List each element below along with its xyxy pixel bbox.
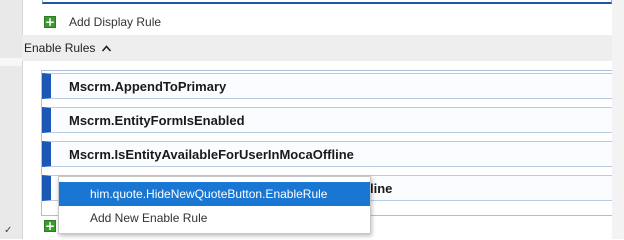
add-icon: + [44,15,56,29]
menu-item-label: Add New Enable Rule [90,211,208,225]
enable-rules-section-header[interactable]: Enable Rules [22,35,612,61]
previous-rule-row-bottom [42,0,612,4]
left-panel-gap [0,58,22,66]
chevron-down-icon[interactable]: ✓ [4,226,12,236]
enable-rule-row[interactable]: Mscrm.IsEntityAvailableForUserInMocaOffl… [42,141,612,167]
add-enable-rule-button[interactable]: + [44,220,56,232]
enable-rule-label: Mscrm.EntityFormIsEnabled [69,112,245,128]
add-display-rule-label: Add Display Rule [69,15,162,29]
left-panel-strip: ✓ [0,0,23,239]
enable-rule-row[interactable]: Mscrm.AppendToPrimary [42,73,612,99]
enable-rule-row[interactable]: Mscrm.EntityFormIsEnabled [42,107,612,133]
vertical-scrollbar[interactable] [612,0,624,239]
menu-item-add-new-enable-rule[interactable]: Add New Enable Rule [59,206,370,230]
enable-rule-label: Mscrm.AppendToPrimary [69,78,227,94]
add-icon: + [44,219,56,233]
menu-item-existing-rule[interactable]: him.quote.HideNewQuoteButton.EnableRule [59,182,370,206]
add-enable-rule-dropdown: him.quote.HideNewQuoteButton.EnableRule … [58,176,371,234]
menu-item-label: him.quote.HideNewQuoteButton.EnableRule [90,187,328,201]
enable-rule-label-partial: line [370,180,393,196]
chevron-up-icon[interactable] [101,43,112,54]
enable-rules-title: Enable Rules [24,41,96,55]
add-display-rule-link[interactable]: + Add Display Rule [44,15,161,29]
enable-rule-label: Mscrm.IsEntityAvailableForUserInMocaOffl… [69,146,354,162]
